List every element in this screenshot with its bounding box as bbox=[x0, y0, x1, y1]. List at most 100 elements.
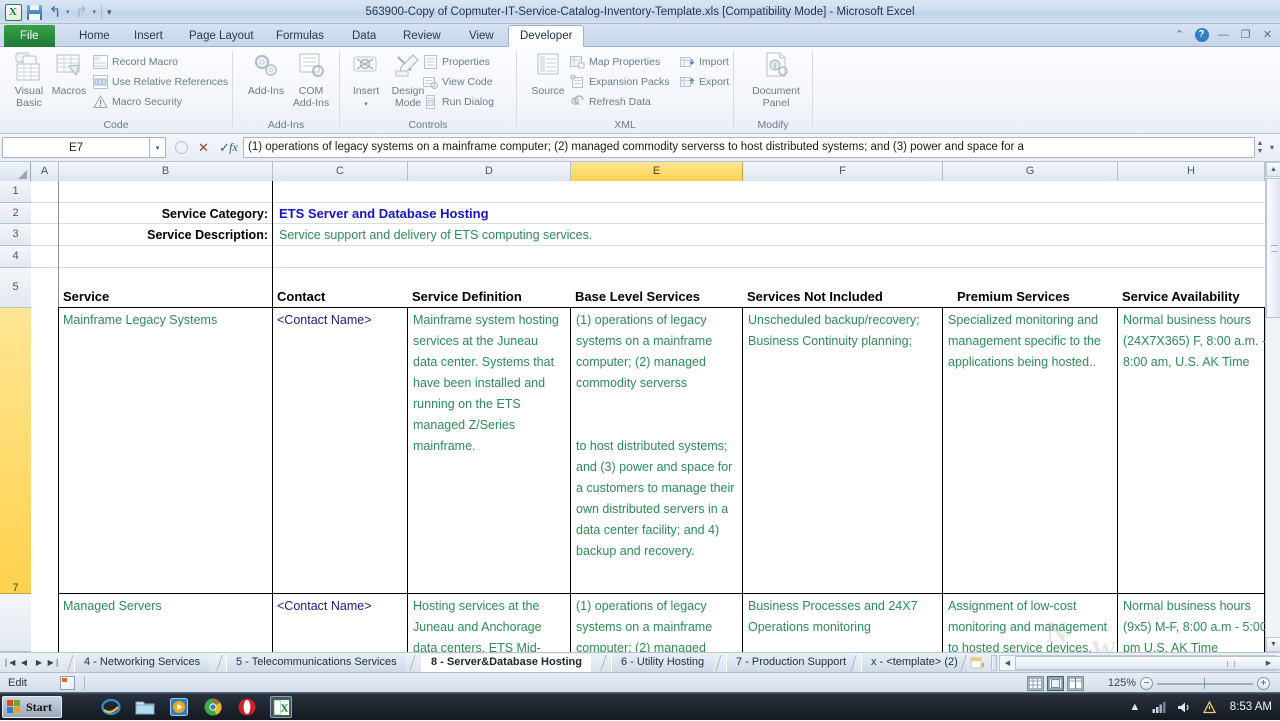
page-break-preview-button[interactable] bbox=[1067, 676, 1084, 691]
zoom-in-button[interactable]: + bbox=[1257, 677, 1270, 690]
cell-b7-service[interactable]: Mainframe Legacy Systems bbox=[60, 310, 268, 331]
cell-e5-header[interactable]: Base Level Services bbox=[572, 286, 772, 307]
normal-view-button[interactable] bbox=[1027, 676, 1044, 691]
zoom-slider[interactable]: − + bbox=[1140, 673, 1270, 693]
export-button[interactable]: Export bbox=[680, 72, 729, 91]
cell-c7-contact[interactable]: <Contact Name> bbox=[274, 310, 404, 331]
row-header-5[interactable]: 5 bbox=[0, 268, 31, 308]
cell-g5-header[interactable]: Premium Services bbox=[954, 286, 1134, 307]
window-close-button[interactable]: ✕ bbox=[1259, 26, 1276, 43]
first-sheet-button[interactable]: ❘◀ bbox=[2, 655, 16, 671]
tab-view[interactable]: View bbox=[458, 25, 505, 47]
tab-home[interactable]: Home bbox=[68, 25, 121, 47]
hscroll-left-button[interactable]: ◀ bbox=[1000, 656, 1015, 670]
cell-f5-header[interactable]: Services Not Included bbox=[744, 286, 974, 307]
com-add-ins-button[interactable]: COM Add-Ins bbox=[285, 50, 337, 116]
map-properties-button[interactable]: Map Properties bbox=[570, 52, 660, 71]
cell-c2-value[interactable]: ETS Server and Database Hosting bbox=[276, 203, 976, 224]
column-header-e[interactable]: E bbox=[571, 162, 743, 181]
window-restore-button[interactable]: ❐ bbox=[1237, 26, 1254, 43]
media-player-icon[interactable] bbox=[168, 696, 190, 718]
properties-button[interactable]: Properties bbox=[423, 52, 490, 71]
google-chrome-icon[interactable] bbox=[202, 696, 224, 718]
cell-f8-not-included[interactable]: Business Processes and 24X7 Operations m… bbox=[745, 596, 937, 652]
scroll-down-button[interactable]: ▼ bbox=[1266, 637, 1280, 652]
formula-input[interactable]: (1) operations of legacy systems on a ma… bbox=[243, 137, 1255, 158]
cell-h7-availability[interactable]: Normal business hours (24X7X365) F, 8:00… bbox=[1120, 310, 1270, 373]
tab-formulas[interactable]: Formulas bbox=[265, 25, 335, 47]
next-sheet-button[interactable]: ▶ bbox=[32, 655, 46, 671]
tab-page-layout[interactable]: Page Layout bbox=[178, 25, 265, 47]
hscroll-right-button[interactable]: ▶ bbox=[1261, 656, 1276, 670]
action-center-icon[interactable] bbox=[1202, 699, 1218, 715]
row-header-1[interactable]: 1 bbox=[0, 181, 31, 203]
row-header-2[interactable]: 2 bbox=[0, 203, 31, 224]
cell-e7-base-level-a[interactable]: (1) operations of legacy systems on a ma… bbox=[573, 310, 739, 394]
tab-insert[interactable]: Insert bbox=[123, 25, 174, 47]
expansion-packs-button[interactable]: Expansion Packs bbox=[570, 72, 670, 91]
record-macro-status-icon[interactable] bbox=[60, 676, 75, 690]
row-header-7[interactable]: 7 bbox=[0, 308, 31, 594]
cell-g8-premium[interactable]: Assignment of low-cost monitoring and ma… bbox=[945, 596, 1113, 652]
help-icon[interactable]: ? bbox=[1193, 26, 1210, 43]
vertical-scroll-thumb[interactable] bbox=[1266, 178, 1280, 318]
cell-b8-service[interactable]: Managed Servers bbox=[60, 596, 268, 617]
cell-d8-definition[interactable]: Hosting services at the Juneau and Ancho… bbox=[410, 596, 566, 652]
cell-f7-not-included[interactable]: Unscheduled backup/recovery; Business Co… bbox=[745, 310, 937, 352]
name-box-dropdown-icon[interactable]: ▾ bbox=[150, 137, 166, 158]
cell-c8-contact[interactable]: <Contact Name> bbox=[274, 596, 404, 617]
macros-button[interactable]: Macros bbox=[43, 50, 95, 116]
last-sheet-button[interactable]: ▶❘ bbox=[47, 655, 61, 671]
use-relative-references-button[interactable]: Use Relative References bbox=[93, 72, 228, 91]
sheet-tab-server-database-hosting[interactable]: 8 - Server&Database Hosting bbox=[421, 654, 591, 672]
microsoft-excel-icon[interactable]: X bbox=[270, 696, 292, 718]
xml-source-button[interactable]: Source bbox=[522, 50, 574, 116]
cell-b3-label[interactable]: Service Description: bbox=[71, 225, 271, 246]
row-header-3[interactable]: 3 bbox=[0, 224, 31, 246]
document-panel-button[interactable]: i Document Panel bbox=[747, 50, 805, 116]
horizontal-scroll-thumb[interactable] bbox=[1015, 656, 1280, 670]
tab-review[interactable]: Review bbox=[392, 25, 452, 47]
windows-explorer-icon[interactable] bbox=[134, 696, 156, 718]
column-header-h[interactable]: H bbox=[1118, 162, 1265, 181]
column-header-a[interactable]: A bbox=[31, 162, 59, 181]
sheet-tab-template-2[interactable]: x - <template> (2) bbox=[861, 654, 967, 672]
cancel-edit-icon[interactable]: ✕ bbox=[194, 138, 213, 157]
sheet-tab-production-support[interactable]: 7 - Production Support bbox=[726, 654, 856, 672]
start-button[interactable]: Start bbox=[2, 696, 62, 718]
column-header-g[interactable]: G bbox=[943, 162, 1118, 181]
formula-bar-spinner[interactable]: ▲ ▼ bbox=[1254, 137, 1266, 158]
record-macro-button[interactable]: Record Macro bbox=[93, 52, 178, 71]
zoom-out-button[interactable]: − bbox=[1140, 677, 1153, 690]
cell-d7-definition[interactable]: Mainframe system hosting services at the… bbox=[410, 310, 566, 457]
prev-sheet-button[interactable]: ◀ bbox=[17, 655, 31, 671]
cell-b5-header[interactable]: Service bbox=[60, 286, 270, 307]
name-box[interactable]: E7 bbox=[2, 137, 150, 158]
refresh-data-button[interactable]: Refresh Data bbox=[570, 92, 651, 111]
column-header-f[interactable]: F bbox=[743, 162, 943, 181]
column-header-c[interactable]: C bbox=[273, 162, 408, 181]
zoom-track[interactable] bbox=[1157, 683, 1253, 685]
cell-e8-base-level[interactable]: (1) operations of legacy systems on a ma… bbox=[573, 596, 739, 652]
view-code-button[interactable]: View Code bbox=[423, 72, 493, 91]
volume-icon[interactable] bbox=[1177, 699, 1193, 715]
horizontal-scrollbar[interactable]: ◀ ▶ bbox=[999, 655, 1280, 671]
tab-developer[interactable]: Developer bbox=[508, 25, 585, 47]
scroll-up-button[interactable]: ▲ bbox=[1266, 162, 1280, 177]
internet-explorer-icon[interactable] bbox=[100, 696, 122, 718]
cell-h8-availability[interactable]: Normal business hours (9x5) M-F, 8:00 a.… bbox=[1120, 596, 1270, 652]
vertical-scrollbar[interactable]: ▲ ▼ bbox=[1265, 162, 1280, 652]
cell-c3-value[interactable]: Service support and delivery of ETS comp… bbox=[276, 225, 976, 246]
tab-split-handle[interactable] bbox=[991, 655, 997, 671]
macro-security-button[interactable]: Macro Security bbox=[93, 92, 182, 111]
minimize-ribbon-icon[interactable]: ⌃ bbox=[1171, 26, 1188, 43]
row-header-8[interactable] bbox=[0, 594, 31, 652]
insert-function-icon[interactable]: fx bbox=[224, 138, 243, 157]
tab-file[interactable]: File bbox=[4, 25, 55, 47]
opera-browser-icon[interactable] bbox=[236, 696, 258, 718]
import-button[interactable]: Import bbox=[680, 52, 729, 71]
sheet-tab-utility-hosting[interactable]: 6 - Utility Hosting bbox=[611, 654, 714, 672]
cell-b2-label[interactable]: Service Category: bbox=[71, 204, 271, 225]
cell-d5-header[interactable]: Service Definition bbox=[409, 286, 599, 307]
cell-e7-base-level-b[interactable]: to host distributed systems; and (3) pow… bbox=[573, 436, 739, 562]
